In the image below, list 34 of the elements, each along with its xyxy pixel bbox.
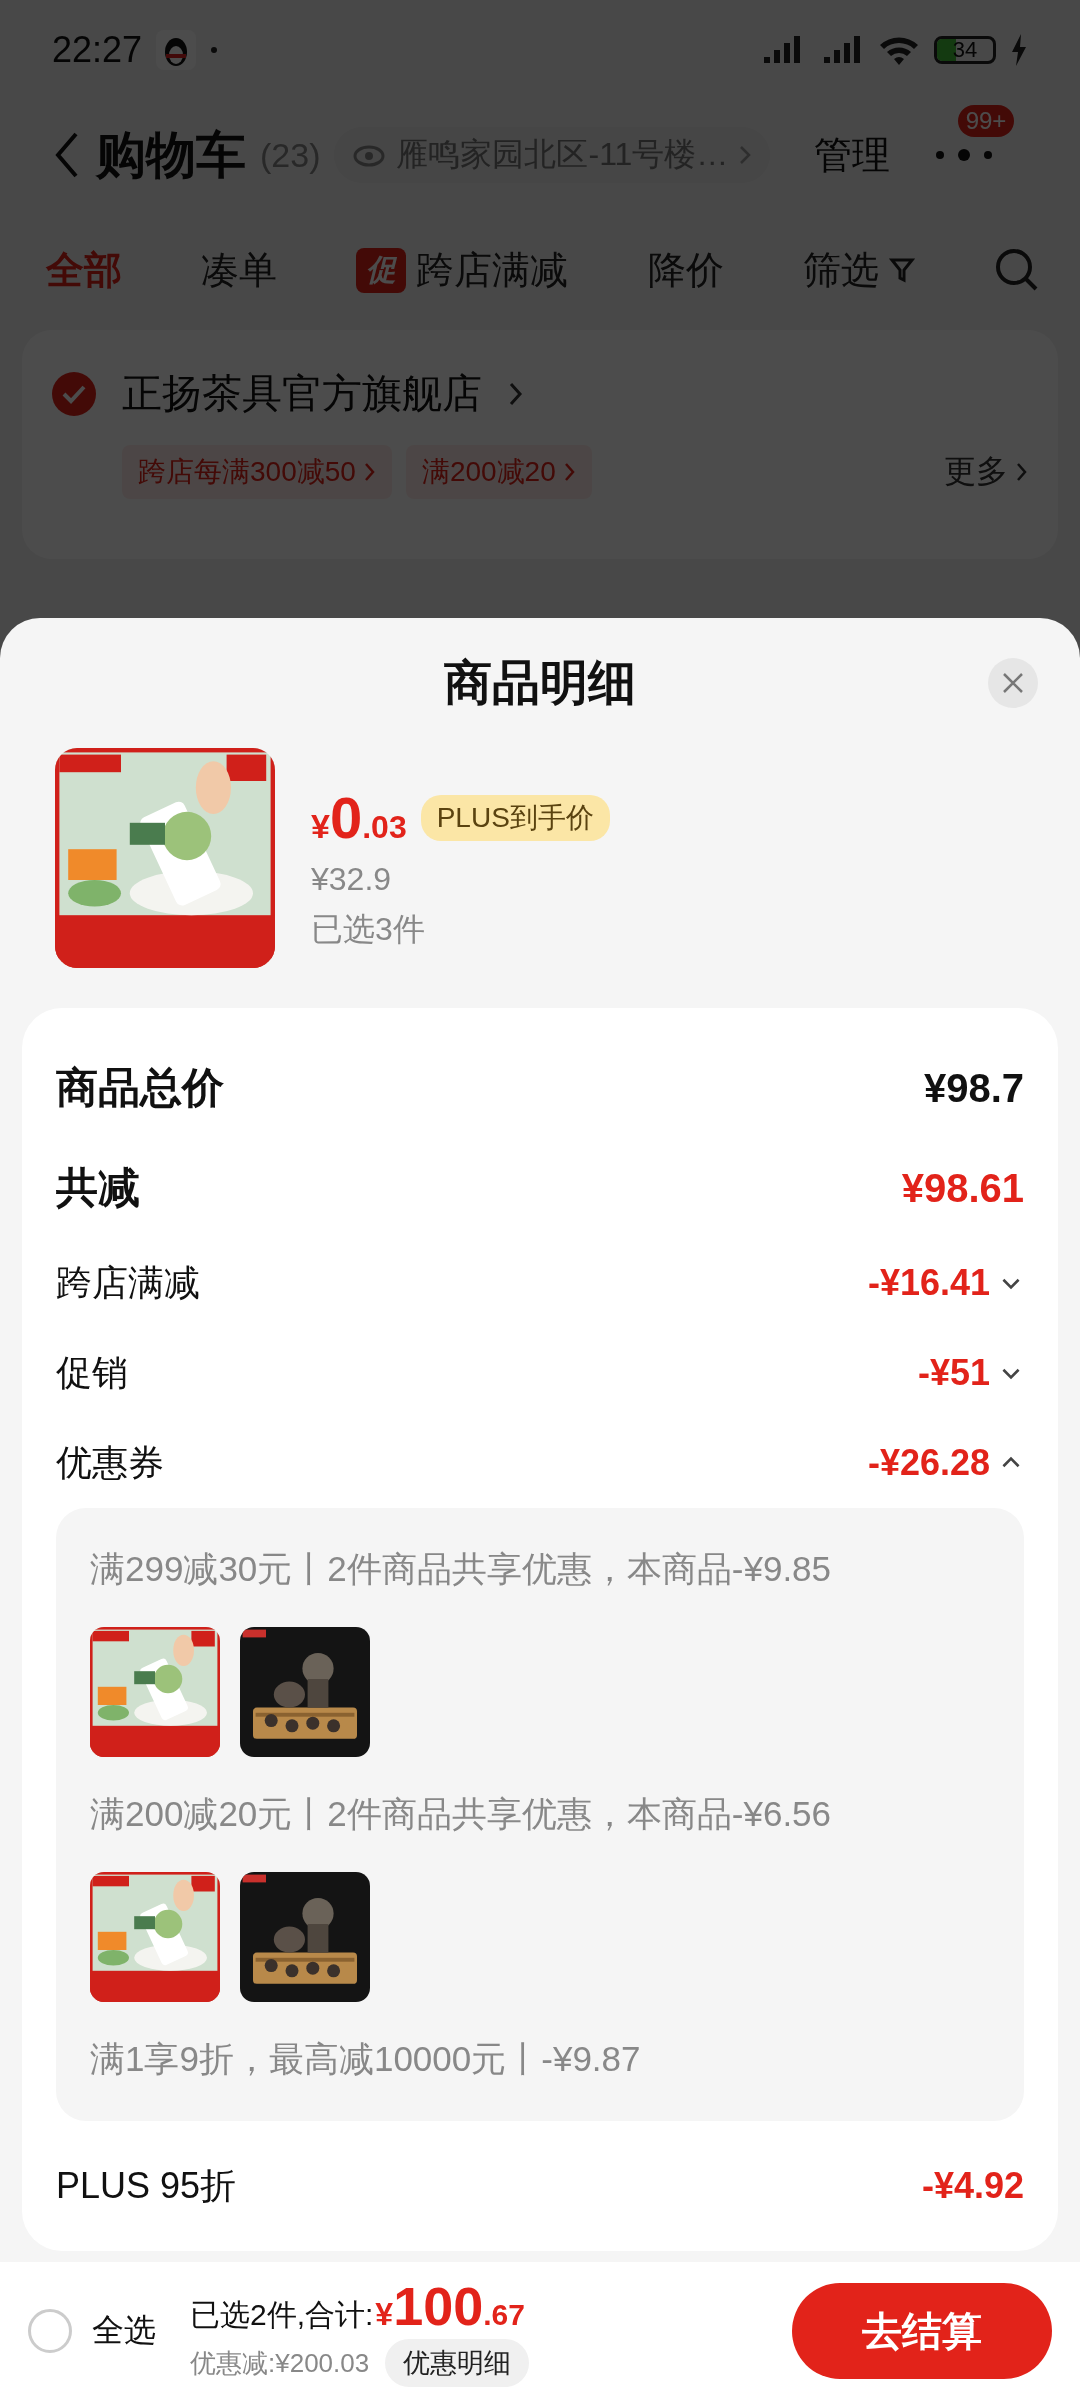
- select-all-label[interactable]: 全选: [92, 2309, 156, 2353]
- page-title: 购物车: [96, 125, 246, 185]
- original-price: ¥32.9: [311, 861, 393, 898]
- select-all-radio[interactable]: [28, 2309, 72, 2353]
- breakdown-label: 共减: [56, 1163, 141, 1213]
- checkout-button[interactable]: 去结算: [792, 2283, 1052, 2379]
- breakdown-label: PLUS 95折: [56, 2163, 238, 2208]
- coupon-detail-text: 满1享9折，最高减10000元丨-¥9.87: [90, 2038, 642, 2080]
- breakdown-amount: -¥51: [917, 1352, 990, 1394]
- discount-detail-button[interactable]: 优惠明细: [385, 2339, 530, 2387]
- breakdown-amount: ¥98.7: [923, 1065, 1024, 1111]
- filter-tab[interactable]: 全部: [46, 244, 122, 296]
- close-button[interactable]: [988, 658, 1038, 708]
- breakdown-amount: -¥16.41: [867, 1262, 990, 1304]
- coupon-detail-text: 满200减20元丨2件商品共享优惠，本商品-¥6.56: [90, 1793, 833, 1835]
- total-label: 已选2件,合计:: [190, 2297, 374, 2333]
- saving-text: 优惠减:¥200.03: [190, 2346, 370, 2380]
- plus-price: ¥0.03: [311, 784, 407, 851]
- breakdown-label: 商品总价: [56, 1063, 225, 1113]
- breakdown-amount: ¥98.61: [901, 1165, 1024, 1211]
- close-icon: [1001, 671, 1025, 695]
- breakdown-label: 促销: [56, 1350, 129, 1395]
- breakdown-label: 优惠券: [56, 1440, 165, 1485]
- breakdown-amount: -¥26.28: [867, 1442, 990, 1484]
- total-price: ¥100.67: [375, 2275, 525, 2337]
- filter-tab[interactable]: 降价: [647, 244, 724, 296]
- filter-tab[interactable]: 凑单: [201, 244, 278, 296]
- sheet-title: 商品明细: [444, 655, 636, 711]
- plus-price-badge: PLUS到手价: [420, 794, 610, 841]
- selected-count: 已选3件: [311, 910, 426, 949]
- coupon-detail-text: 满299减30元丨2件商品共享优惠，本商品-¥9.85: [90, 1548, 833, 1590]
- status-time: 22:27: [52, 29, 143, 71]
- breakdown-label: 跨店满减: [56, 1260, 201, 1305]
- breakdown-amount: -¥4.92: [921, 2165, 1024, 2207]
